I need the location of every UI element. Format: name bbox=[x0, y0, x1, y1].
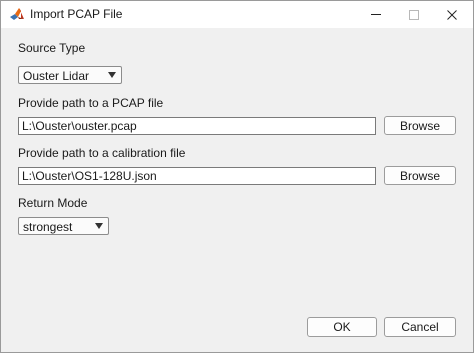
minimize-button[interactable] bbox=[359, 1, 393, 28]
cancel-button[interactable]: Cancel bbox=[384, 317, 456, 337]
chevron-down-icon bbox=[95, 223, 103, 229]
maximize-icon bbox=[409, 9, 419, 20]
ok-button[interactable]: OK bbox=[307, 317, 377, 337]
pcap-path-label: Provide path to a PCAP file bbox=[18, 96, 164, 110]
pcap-path-input[interactable] bbox=[19, 118, 375, 134]
source-type-dropdown[interactable]: Ouster Lidar bbox=[18, 66, 122, 84]
calibration-path-label: Provide path to a calibration file bbox=[18, 146, 186, 160]
minimize-icon bbox=[371, 14, 381, 15]
return-mode-dropdown[interactable]: strongest bbox=[18, 217, 109, 235]
close-button[interactable] bbox=[435, 1, 469, 28]
maximize-button[interactable] bbox=[397, 1, 431, 28]
return-mode-label: Return Mode bbox=[18, 196, 88, 210]
source-type-value: Ouster Lidar bbox=[23, 69, 90, 83]
pcap-path-field[interactable] bbox=[18, 117, 376, 135]
window-title: Import PCAP File bbox=[30, 7, 123, 21]
return-mode-value: strongest bbox=[23, 220, 73, 234]
import-pcap-dialog: Import PCAP File Source Type Ouster Lida… bbox=[0, 0, 474, 353]
calibration-path-field[interactable] bbox=[18, 167, 376, 185]
calibration-path-input[interactable] bbox=[19, 168, 375, 184]
calibration-browse-button[interactable]: Browse bbox=[384, 166, 456, 185]
close-icon bbox=[447, 9, 457, 20]
matlab-icon bbox=[9, 6, 25, 22]
pcap-browse-button[interactable]: Browse bbox=[384, 116, 456, 135]
source-type-label: Source Type bbox=[18, 41, 86, 55]
title-bar: Import PCAP File bbox=[1, 1, 473, 28]
chevron-down-icon bbox=[108, 72, 116, 78]
